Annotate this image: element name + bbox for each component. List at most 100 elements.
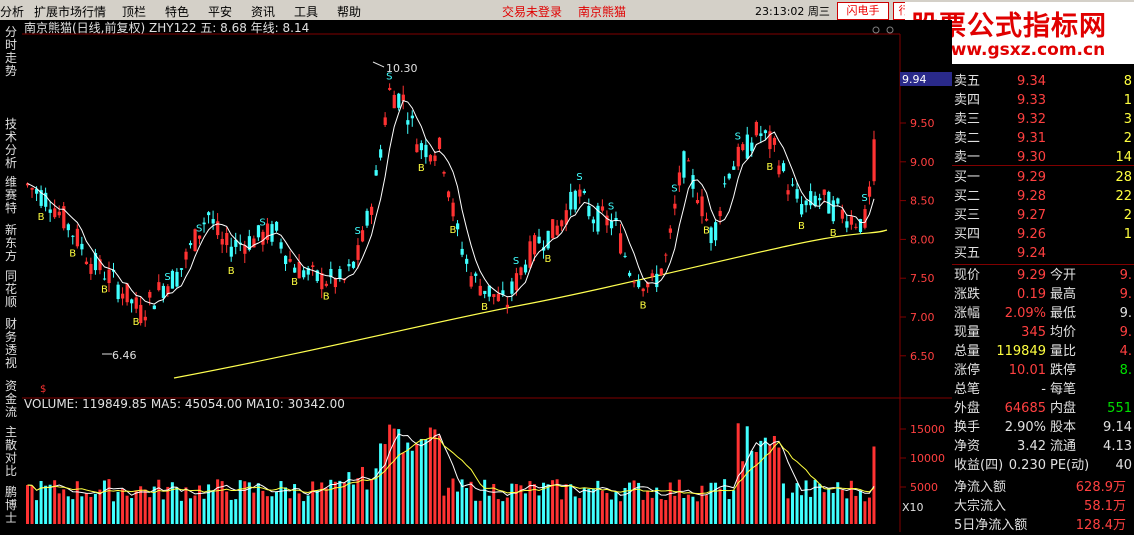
candle-body	[569, 191, 573, 210]
volume-bar	[587, 489, 591, 524]
volume-bar	[116, 491, 120, 524]
volume-bar	[867, 497, 871, 524]
sell-mark: S	[735, 132, 741, 143]
stat-value: -	[1041, 382, 1046, 397]
candle-body	[270, 224, 274, 242]
menu-pingan[interactable]: 平安	[208, 3, 232, 20]
menu-help[interactable]: 帮助	[337, 3, 361, 20]
candle-body	[379, 149, 383, 158]
tab-main-vs-retail[interactable]: 主散对比	[2, 426, 20, 478]
candle-body	[207, 212, 211, 216]
stat-label: 现价	[954, 268, 981, 283]
menu-features[interactable]: 特色	[165, 3, 189, 20]
tab-xindongfang[interactable]: 新东方	[2, 224, 20, 263]
price-tick-label: 6.50	[910, 350, 935, 363]
bid-label: 买一	[954, 170, 981, 185]
stat-value: 3.42	[1017, 439, 1046, 454]
candle-body	[356, 245, 360, 260]
candle-body	[130, 299, 134, 304]
candle-body	[365, 210, 369, 226]
buy-mark: B	[323, 291, 330, 302]
menu-analysis[interactable]: 分析	[0, 3, 24, 20]
buy-mark: B	[830, 228, 837, 239]
volume-bar	[26, 485, 29, 524]
tab-timeshare[interactable]: 分时走势	[2, 26, 20, 78]
menu-extended-market[interactable]: 扩展市场行情	[34, 3, 106, 20]
candle-body	[474, 273, 478, 276]
candle-body	[745, 134, 749, 159]
volume-bar	[781, 483, 785, 524]
volume-bar	[30, 485, 34, 524]
stat-label-2: 最低	[1050, 306, 1077, 321]
candle-body	[582, 190, 586, 193]
tab-tonghuashun[interactable]: 同花顺	[2, 270, 20, 309]
candle-body	[609, 221, 614, 229]
candle-body	[718, 210, 722, 217]
volume-bar	[641, 499, 645, 524]
candle-body	[288, 259, 292, 262]
stat-label-2: 股本	[1050, 420, 1077, 435]
volume-bar	[57, 493, 61, 524]
candle-body	[736, 146, 740, 167]
menu-top-bar[interactable]: 顶栏	[122, 3, 146, 20]
volume-bar	[560, 499, 564, 524]
volume-bar	[736, 423, 740, 524]
sell-mark: S	[354, 226, 360, 237]
volume-bar	[537, 495, 541, 524]
volume-bar	[487, 495, 491, 524]
volume-bar	[546, 484, 550, 524]
tab-pengboshi[interactable]: 鹏博士	[2, 486, 20, 525]
candle-body	[157, 282, 161, 291]
buy-mark: B	[228, 266, 235, 277]
candle-body	[505, 304, 510, 308]
volume-bar	[813, 479, 817, 524]
candle-body	[347, 264, 351, 267]
candle-body	[714, 222, 718, 241]
volume-bar	[646, 490, 650, 524]
candle-body	[781, 163, 786, 172]
candle-body	[388, 87, 392, 90]
candle-body	[750, 142, 754, 151]
candle-body	[723, 183, 727, 185]
volume-bar	[324, 488, 328, 524]
volume-bar	[605, 493, 609, 524]
volume-bar	[800, 495, 804, 524]
candle-body	[351, 261, 356, 268]
candle-body	[451, 202, 455, 217]
bid-price: 9.24	[1017, 246, 1046, 261]
candle-body	[546, 230, 550, 249]
volume-bar	[261, 490, 265, 524]
candle-body	[578, 189, 582, 197]
candle-body	[184, 251, 188, 260]
volume-bar	[225, 491, 229, 524]
stat-value-2: 9.	[1119, 306, 1132, 321]
candle-body	[175, 271, 179, 287]
menu-news[interactable]: 资讯	[251, 3, 275, 20]
buy-mark: B	[798, 221, 805, 232]
candle-body	[360, 230, 365, 242]
sell-mark: S	[608, 201, 614, 212]
candle-body	[324, 283, 328, 286]
volume-bar	[424, 439, 428, 524]
candle-body	[532, 235, 537, 255]
volume-bar	[854, 495, 858, 524]
volume-tick-label: 10000	[910, 452, 945, 465]
tab-fund-flow[interactable]: 资金流	[2, 380, 20, 419]
menu-tools[interactable]: 工具	[294, 3, 318, 20]
candle-body	[442, 171, 446, 174]
volume-bar	[234, 499, 238, 524]
stat-value-2: 4.	[1119, 344, 1132, 359]
volume-bar	[790, 492, 794, 524]
flash-trade-button[interactable]: 闪电手	[837, 2, 889, 20]
volume-bar	[514, 483, 518, 524]
volume-bar	[66, 496, 70, 524]
candle-body	[704, 218, 709, 221]
tab-technical[interactable]: 技术分析	[2, 118, 20, 170]
candle-body	[410, 115, 414, 119]
tab-weisaite[interactable]: 维赛特	[2, 176, 20, 215]
volume-bar	[125, 495, 129, 524]
kline-chart[interactable]: 南京熊猫(日线,前复权) ZHY122 五: 8.68 年线: 8.14 VOL…	[22, 20, 952, 532]
tab-finance[interactable]: 财务透视	[2, 318, 20, 370]
volume-bar	[827, 489, 831, 524]
buy-mark: B	[101, 285, 108, 296]
